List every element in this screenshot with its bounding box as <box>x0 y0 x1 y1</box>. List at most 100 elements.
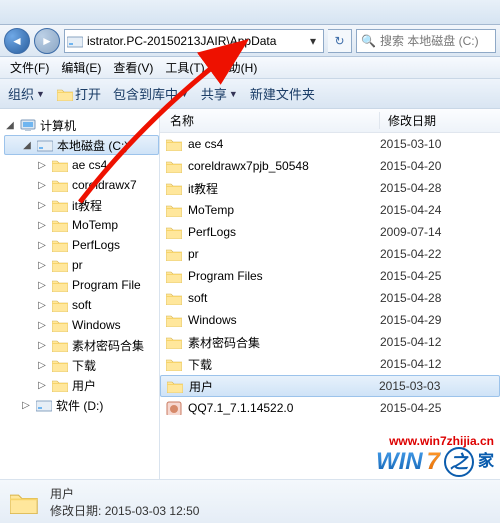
drive-icon <box>67 33 83 49</box>
tree-item[interactable]: ▷PerfLogs <box>4 235 159 255</box>
expand-icon[interactable]: ▷ <box>36 360 48 371</box>
expand-icon[interactable]: ▷ <box>36 300 48 311</box>
tree-item[interactable]: ▷soft <box>4 295 159 315</box>
tree-item[interactable]: ▷Windows <box>4 315 159 335</box>
file-row[interactable]: ae cs42015-03-10 <box>160 133 500 155</box>
file-row[interactable]: 素材密码合集2015-04-12 <box>160 331 500 353</box>
expand-icon[interactable]: ◢ <box>4 120 16 131</box>
computer-icon <box>20 117 36 133</box>
include-button[interactable]: 包含到库中 ▼ <box>113 84 189 103</box>
expand-icon[interactable]: ▷ <box>20 400 32 411</box>
tree-item[interactable]: ▷MoTemp <box>4 215 159 235</box>
file-row[interactable]: 用户2015-03-03 <box>160 375 500 397</box>
folder-icon <box>52 337 68 353</box>
expand-icon[interactable]: ▷ <box>36 320 48 331</box>
expand-icon[interactable]: ▷ <box>36 180 48 191</box>
expand-icon[interactable]: ▷ <box>36 380 48 391</box>
tree-c-drive[interactable]: ◢ 本地磁盘 (C:) <box>4 135 159 155</box>
tree-item[interactable]: ▷it教程 <box>4 195 159 215</box>
expand-icon[interactable]: ▷ <box>36 260 48 271</box>
status-date: 修改日期: 2015-03-03 12:50 <box>50 502 199 519</box>
folder-icon <box>166 290 182 306</box>
expand-icon[interactable]: ▷ <box>36 340 48 351</box>
tree-item[interactable]: ▷用户 <box>4 375 159 395</box>
folder-icon <box>57 87 73 101</box>
expand-icon[interactable]: ▷ <box>36 200 48 211</box>
exe-icon <box>166 400 182 416</box>
expand-icon[interactable]: ▷ <box>36 160 48 171</box>
folder-icon <box>52 157 68 173</box>
toolbar: 组织 ▼ 打开 包含到库中 ▼ 共享 ▼ 新建文件夹 <box>0 79 500 109</box>
status-bar: 用户 修改日期: 2015-03-03 12:50 <box>0 479 500 523</box>
folder-icon <box>166 356 182 372</box>
tree-item[interactable]: ▷Program File <box>4 275 159 295</box>
expand-icon[interactable]: ▷ <box>36 240 48 251</box>
file-row[interactable]: it教程2015-04-28 <box>160 177 500 199</box>
expand-icon[interactable]: ▷ <box>36 220 48 231</box>
folder-icon <box>52 297 68 313</box>
file-row[interactable]: soft2015-04-28 <box>160 287 500 309</box>
watermark: www.win7zhijia.cn WIN7 之家 <box>376 435 494 477</box>
file-row[interactable]: 下载2015-04-12 <box>160 353 500 375</box>
tree-computer[interactable]: ◢ 计算机 <box>4 115 159 135</box>
column-name[interactable]: 名称 <box>160 112 380 129</box>
column-date[interactable]: 修改日期 <box>380 112 500 129</box>
folder-icon <box>52 257 68 273</box>
folder-icon <box>52 217 68 233</box>
open-button[interactable]: 打开 <box>57 84 101 103</box>
folder-icon <box>52 197 68 213</box>
forward-button[interactable]: ► <box>34 28 60 54</box>
search-input[interactable]: 🔍 搜索 本地磁盘 (C:) <box>356 29 496 53</box>
folder-icon <box>166 158 182 174</box>
organize-button[interactable]: 组织 ▼ <box>8 84 45 103</box>
folder-icon <box>52 277 68 293</box>
chevron-down-icon: ▼ <box>36 89 45 99</box>
address-bar[interactable]: istrator.PC-20150213JAIR\AppData ▾ <box>64 29 324 53</box>
file-row[interactable]: pr2015-04-22 <box>160 243 500 265</box>
share-button[interactable]: 共享 ▼ <box>201 84 238 103</box>
folder-icon <box>8 486 40 518</box>
file-row[interactable]: QQ7.1_7.1.14522.02015-04-25 <box>160 397 500 419</box>
refresh-button[interactable]: ↻ <box>328 29 352 53</box>
folder-icon <box>52 237 68 253</box>
expand-icon[interactable]: ▷ <box>36 280 48 291</box>
menu-help[interactable]: 帮助(H) <box>213 57 262 78</box>
new-folder-button[interactable]: 新建文件夹 <box>250 84 315 103</box>
window-titlebar <box>0 0 500 25</box>
tree-item[interactable]: ▷pr <box>4 255 159 275</box>
file-list: 名称 修改日期 ae cs42015-03-10coreldrawx7pjb_5… <box>160 109 500 479</box>
tree-d-drive[interactable]: ▷ 软件 (D:) <box>4 395 159 415</box>
tree-item[interactable]: ▷下载 <box>4 355 159 375</box>
tree-item[interactable]: ▷素材密码合集 <box>4 335 159 355</box>
file-row[interactable]: Program Files2015-04-25 <box>160 265 500 287</box>
address-text: istrator.PC-20150213JAIR\AppData <box>87 34 305 48</box>
expand-icon[interactable]: ◢ <box>21 140 33 151</box>
column-header: 名称 修改日期 <box>160 109 500 133</box>
back-button[interactable]: ◄ <box>4 28 30 54</box>
folder-icon <box>166 180 182 196</box>
menu-tools[interactable]: 工具(T) <box>161 57 208 78</box>
menu-file[interactable]: 文件(F) <box>6 57 53 78</box>
navigation-row: ◄ ► istrator.PC-20150213JAIR\AppData ▾ ↻… <box>0 25 500 57</box>
file-row[interactable]: coreldrawx7pjb_505482015-04-20 <box>160 155 500 177</box>
file-row[interactable]: Windows2015-04-29 <box>160 309 500 331</box>
chevron-down-icon: ▼ <box>229 89 238 99</box>
navigation-tree: ◢ 计算机 ◢ 本地磁盘 (C:) ▷ae cs4▷coreldrawx7▷it… <box>0 109 160 479</box>
folder-icon <box>166 268 182 284</box>
folder-icon <box>167 378 183 394</box>
file-row[interactable]: MoTemp2015-04-24 <box>160 199 500 221</box>
search-placeholder: 搜索 本地磁盘 (C:) <box>380 32 479 49</box>
tree-item[interactable]: ▷ae cs4 <box>4 155 159 175</box>
tree-item[interactable]: ▷coreldrawx7 <box>4 175 159 195</box>
file-row[interactable]: PerfLogs2009-07-14 <box>160 221 500 243</box>
folder-icon <box>52 357 68 373</box>
address-dropdown-icon[interactable]: ▾ <box>305 34 321 48</box>
menu-bar: 文件(F) 编辑(E) 查看(V) 工具(T) 帮助(H) <box>0 57 500 79</box>
folder-icon <box>166 136 182 152</box>
status-name: 用户 <box>50 485 199 502</box>
folder-icon <box>52 377 68 393</box>
menu-edit[interactable]: 编辑(E) <box>57 57 105 78</box>
drive-icon <box>37 137 53 153</box>
folder-icon <box>166 224 182 240</box>
menu-view[interactable]: 查看(V) <box>109 57 157 78</box>
